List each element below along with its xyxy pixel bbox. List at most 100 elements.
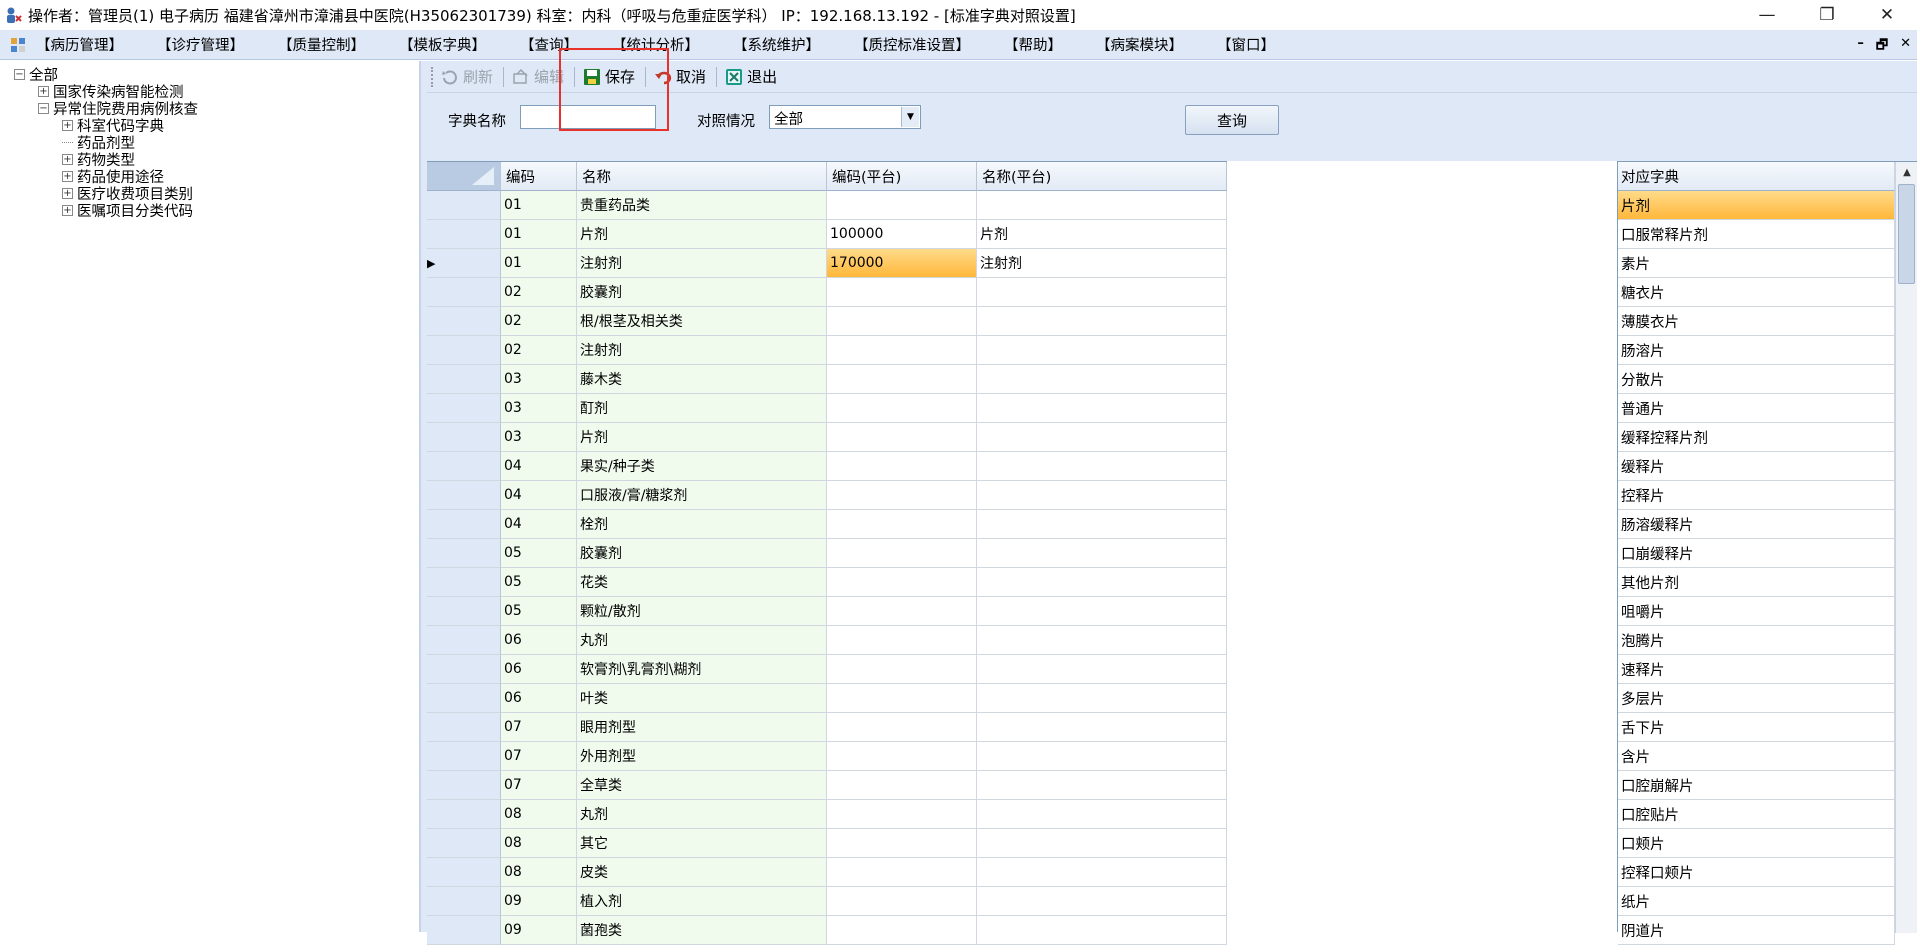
column-header-platform-code[interactable]: 编码(平台) [827, 162, 977, 191]
cell-platform-code[interactable] [827, 307, 977, 336]
mdi-window-icon[interactable] [10, 37, 26, 53]
list-item[interactable]: 片剂 [1618, 191, 1895, 220]
cell-code[interactable]: 03 [501, 365, 577, 394]
cell-name[interactable]: 酊剂 [577, 394, 827, 423]
list-item[interactable]: 普通片 [1618, 394, 1895, 423]
cell-platform-name[interactable] [977, 191, 1227, 220]
cell-platform-name[interactable] [977, 829, 1227, 858]
table-row[interactable]: 08 皮类 [427, 858, 1227, 887]
cell-code[interactable]: 05 [501, 597, 577, 626]
cell-platform-code[interactable] [827, 278, 977, 307]
list-item[interactable]: 口腔贴片 [1618, 800, 1895, 829]
cell-code[interactable]: 04 [501, 481, 577, 510]
row-header[interactable] [427, 365, 501, 394]
cell-name[interactable]: 注射剂 [577, 249, 827, 278]
cell-name[interactable]: 叶类 [577, 684, 827, 713]
row-header[interactable] [427, 278, 501, 307]
row-header[interactable] [427, 191, 501, 220]
row-header[interactable]: ▶ [427, 249, 501, 278]
cell-name[interactable]: 菌孢类 [577, 916, 827, 945]
list-item[interactable]: 控释口颊片 [1618, 858, 1895, 887]
row-header[interactable] [427, 684, 501, 713]
cell-name[interactable]: 眼用剂型 [577, 713, 827, 742]
cell-code[interactable]: 07 [501, 771, 577, 800]
cell-platform-name[interactable]: 片剂 [977, 220, 1227, 249]
cell-code[interactable]: 03 [501, 394, 577, 423]
menu-qc-standard[interactable]: 【质控标准设置】 [854, 34, 970, 55]
cell-code[interactable]: 04 [501, 510, 577, 539]
cell-name[interactable]: 栓剂 [577, 510, 827, 539]
cell-platform-name[interactable] [977, 278, 1227, 307]
list-item[interactable]: 口服常释片剂 [1618, 220, 1895, 249]
row-header-corner[interactable] [427, 162, 501, 191]
menu-window[interactable]: 【窗口】 [1217, 34, 1275, 55]
menu-statistics[interactable]: 【统计分析】 [612, 34, 699, 55]
cell-platform-name[interactable] [977, 684, 1227, 713]
menu-query[interactable]: 【查询】 [520, 34, 578, 55]
cell-code[interactable]: 06 [501, 684, 577, 713]
scroll-up-icon[interactable]: ▲ [1896, 162, 1917, 184]
cell-name[interactable]: 颗粒/散剂 [577, 597, 827, 626]
table-row[interactable]: 05 颗粒/散剂 [427, 597, 1227, 626]
table-row[interactable]: 04 栓剂 [427, 510, 1227, 539]
row-header[interactable] [427, 858, 501, 887]
row-header[interactable] [427, 655, 501, 684]
row-header[interactable] [427, 597, 501, 626]
cell-code[interactable]: 01 [501, 249, 577, 278]
table-row[interactable]: 05 花类 [427, 568, 1227, 597]
cell-code[interactable]: 08 [501, 858, 577, 887]
cell-platform-code[interactable] [827, 713, 977, 742]
cell-platform-code[interactable] [827, 539, 977, 568]
cell-platform-name[interactable] [977, 887, 1227, 916]
column-header-platform-name[interactable]: 名称(平台) [977, 162, 1227, 191]
cell-platform-code[interactable] [827, 452, 977, 481]
cell-code[interactable]: 02 [501, 278, 577, 307]
collapse-icon[interactable]: − [14, 69, 25, 80]
table-row[interactable]: 09 菌孢类 [427, 916, 1227, 945]
tree-node-root[interactable]: − 全部 [14, 66, 58, 84]
cell-platform-name[interactable] [977, 539, 1227, 568]
cell-name[interactable]: 其它 [577, 829, 827, 858]
table-row[interactable]: 06 叶类 [427, 684, 1227, 713]
expand-icon[interactable]: + [38, 86, 49, 97]
dict-name-input[interactable] [520, 105, 656, 129]
cell-platform-code[interactable]: 100000 [827, 220, 977, 249]
cell-platform-name[interactable] [977, 365, 1227, 394]
cell-name[interactable]: 注射剂 [577, 336, 827, 365]
dropdown-arrow-icon[interactable]: ▼ [901, 107, 919, 127]
row-header[interactable] [427, 771, 501, 800]
save-button[interactable]: 保存 [583, 66, 635, 87]
cell-platform-name[interactable] [977, 510, 1227, 539]
table-row[interactable]: 06 软膏剂\乳膏剂\糊剂 [427, 655, 1227, 684]
cell-code[interactable]: 05 [501, 568, 577, 597]
cell-platform-name[interactable] [977, 626, 1227, 655]
mdi-restore-button[interactable]: 🗗 [1876, 36, 1888, 58]
cell-platform-code[interactable] [827, 858, 977, 887]
table-row[interactable]: 02 注射剂 [427, 336, 1227, 365]
list-item[interactable]: 缓释片 [1618, 452, 1895, 481]
cell-platform-name[interactable]: 注射剂 [977, 249, 1227, 278]
menu-template-dict[interactable]: 【模板字典】 [399, 34, 486, 55]
close-button[interactable]: ✕ [1857, 0, 1917, 30]
cell-name[interactable]: 丸剂 [577, 626, 827, 655]
exit-button[interactable]: 退出 [725, 66, 777, 87]
vertical-scrollbar[interactable]: ▲ [1895, 162, 1917, 933]
column-header-name[interactable]: 名称 [577, 162, 827, 191]
cell-platform-code[interactable] [827, 655, 977, 684]
list-item[interactable]: 咀嚼片 [1618, 597, 1895, 626]
cell-code[interactable]: 09 [501, 887, 577, 916]
table-row[interactable]: 08 丸剂 [427, 800, 1227, 829]
list-item[interactable]: 缓释控释片剂 [1618, 423, 1895, 452]
row-header[interactable] [427, 887, 501, 916]
cell-platform-code[interactable] [827, 394, 977, 423]
row-header[interactable] [427, 539, 501, 568]
row-header[interactable] [427, 829, 501, 858]
list-item[interactable]: 多层片 [1618, 684, 1895, 713]
cell-name[interactable]: 根/根茎及相关类 [577, 307, 827, 336]
mdi-minimize-button[interactable]: – [1857, 36, 1864, 58]
collapse-icon[interactable]: − [38, 103, 49, 114]
table-row[interactable]: 02 胶囊剂 [427, 278, 1227, 307]
edit-button[interactable]: 编辑 [512, 66, 564, 87]
cell-code[interactable]: 06 [501, 626, 577, 655]
row-header[interactable] [427, 220, 501, 249]
